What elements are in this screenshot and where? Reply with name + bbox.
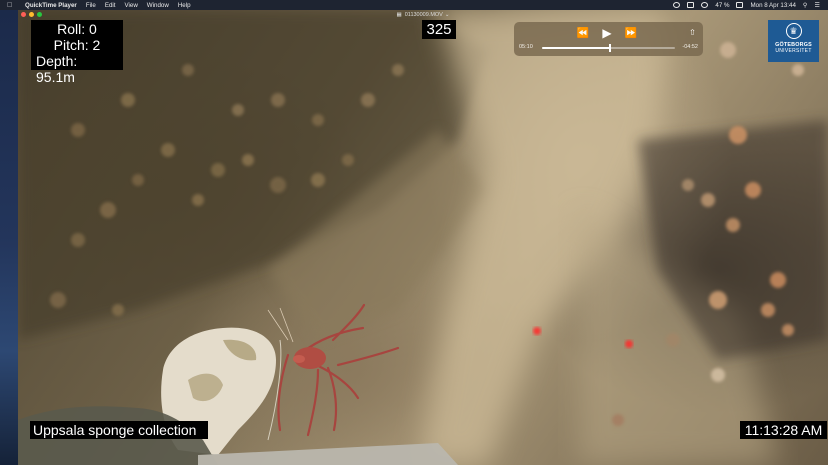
- seafloor-image: [18, 10, 828, 465]
- share-icon: ⇧: [689, 27, 696, 37]
- cloud-icon[interactable]: [687, 2, 695, 8]
- scrubber-track[interactable]: [542, 44, 675, 52]
- fullscreen-button[interactable]: [37, 12, 42, 17]
- video-frame[interactable]: [18, 10, 828, 465]
- apple-icon[interactable]: : [7, 2, 16, 9]
- window-title[interactable]: 01130009.MOV: [405, 12, 443, 18]
- play-button[interactable]: ▶: [598, 25, 616, 41]
- seal-icon: ♛: [785, 23, 802, 39]
- remaining-time: -04:52: [682, 44, 698, 50]
- elapsed-time: 05:10: [519, 44, 533, 50]
- movie-file-icon: ▦: [396, 11, 402, 18]
- rewind-icon: ⏪: [576, 27, 590, 39]
- menu-help[interactable]: Help: [178, 2, 191, 9]
- rewind-button[interactable]: ⏪: [574, 26, 592, 40]
- timestamp-overlay: 11:13:28 AM: [740, 421, 827, 439]
- menubar-clock[interactable]: Mon 8 Apr 13:44: [750, 2, 795, 9]
- search-icon[interactable]: ⚲: [803, 2, 808, 9]
- desktop-wallpaper: [0, 10, 18, 465]
- scrubber-playhead[interactable]: [608, 44, 611, 52]
- wifi-icon[interactable]: [701, 2, 709, 8]
- play-icon: ▶: [602, 26, 612, 40]
- fast-forward-icon: ⏩: [624, 27, 638, 39]
- minimize-button[interactable]: [29, 12, 34, 17]
- playback-controls: ⏪ ▶ ⏩ ⇧ 05:10 -04:52: [514, 22, 703, 56]
- scrubber-fill: [542, 47, 610, 49]
- telemetry-overlay: Roll: 0 Pitch: 2 Depth: 95.1m: [31, 20, 123, 85]
- menu-view[interactable]: View: [124, 2, 137, 9]
- menu-window[interactable]: Window: [147, 2, 169, 9]
- app-menu[interactable]: QuickTime Player: [25, 2, 77, 9]
- screen:  QuickTime Player File Edit View Window…: [0, 0, 828, 465]
- university-logo: ♛ GÖTEBORGS UNIVERSITET: [768, 20, 819, 62]
- frame-counter: 325: [422, 20, 456, 39]
- roll-readout: Roll: 0: [57, 21, 97, 37]
- status-area: 47 % Mon 8 Apr 13:44 ⚲ ☰: [673, 2, 828, 9]
- caption-overlay: Uppsala sponge collection: [30, 421, 208, 439]
- title-bar: ▦ 01130009.MOV ⌄: [18, 10, 828, 19]
- battery-icon[interactable]: [736, 2, 744, 8]
- pitch-readout: Pitch: 2: [53, 37, 101, 53]
- depth-readout: Depth: 95.1m: [36, 53, 78, 85]
- menu-bar:  QuickTime Player File Edit View Window…: [0, 0, 828, 10]
- player-window: ▦ 01130009.MOV ⌄ Roll: 0 Pitch: 2 Depth:…: [18, 10, 828, 465]
- menu-file[interactable]: File: [86, 2, 96, 9]
- close-button[interactable]: [21, 12, 26, 17]
- menu-edit[interactable]: Edit: [105, 2, 116, 9]
- share-button[interactable]: ⇧: [687, 26, 698, 38]
- fast-forward-button[interactable]: ⏩: [622, 26, 640, 40]
- battery-percent[interactable]: 47 %: [715, 2, 729, 9]
- control-center-icon[interactable]: ☰: [814, 2, 820, 9]
- status-icon[interactable]: [673, 2, 681, 8]
- logo-line2: UNIVERSITET: [775, 48, 812, 54]
- chevron-down-icon[interactable]: ⌄: [445, 12, 450, 18]
